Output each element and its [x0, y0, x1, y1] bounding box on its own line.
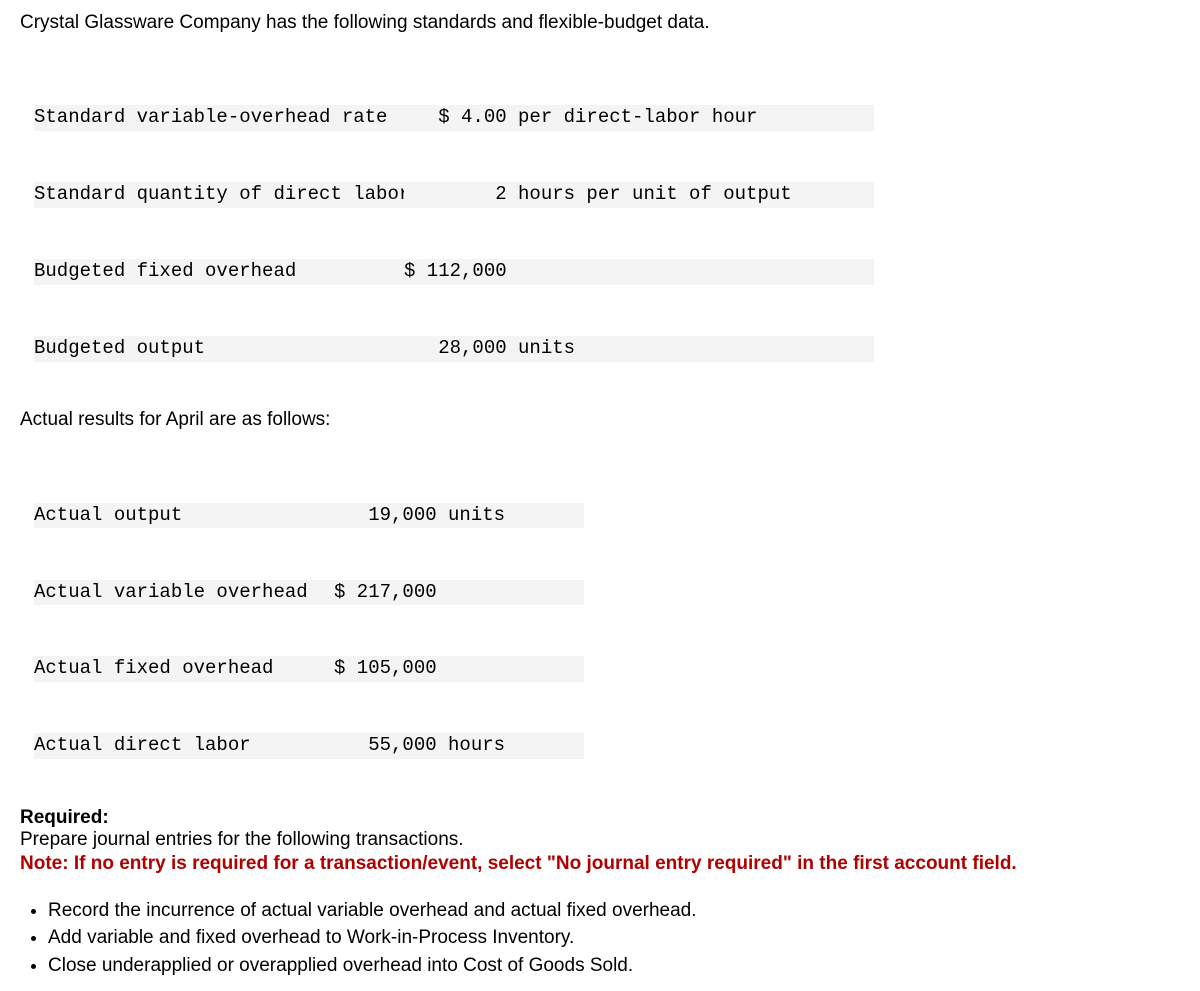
row-label: Budgeted fixed overhead: [34, 259, 404, 285]
row-label: Standard quantity of direct labor: [34, 182, 404, 208]
row-value: 2 hours per unit of output: [404, 182, 874, 208]
row-value: 55,000 hours: [334, 733, 584, 759]
table-row: Actual variable overhead $ 217,000: [34, 580, 1180, 606]
row-label: Actual fixed overhead: [34, 656, 334, 682]
list-item: Add variable and fixed overhead to Work-…: [48, 924, 1180, 952]
required-prepare: Prepare journal entries for the followin…: [20, 829, 1180, 851]
table-row: Standard quantity of direct labor 2 hour…: [34, 182, 1180, 208]
row-value: 28,000 units: [404, 336, 874, 362]
table-row: Budgeted fixed overhead $ 112,000: [34, 259, 1180, 285]
intro-text: Crystal Glassware Company has the follow…: [20, 12, 1180, 34]
row-value: $ 4.00 per direct-labor hour: [404, 105, 874, 131]
actuals-table: Actual output 19,000 units Actual variab…: [34, 451, 1180, 784]
required-note: Note: If no entry is required for a tran…: [20, 853, 1180, 875]
row-label: Budgeted output: [34, 336, 404, 362]
table-row: Budgeted output 28,000 units: [34, 336, 1180, 362]
requirements-list: Record the incurrence of actual variable…: [20, 897, 1180, 980]
row-value: $ 217,000: [334, 580, 584, 606]
row-label: Actual variable overhead: [34, 580, 334, 606]
table-row: Standard variable-overhead rate $ 4.00 p…: [34, 105, 1180, 131]
list-item: Close underapplied or overapplied overhe…: [48, 952, 1180, 980]
row-label: Actual output: [34, 503, 334, 529]
standards-table: Standard variable-overhead rate $ 4.00 p…: [34, 54, 1180, 387]
list-item: Record the incurrence of actual variable…: [48, 897, 1180, 925]
row-value: $ 105,000: [334, 656, 584, 682]
row-label: Actual direct labor: [34, 733, 334, 759]
table-row: Actual fixed overhead $ 105,000: [34, 656, 1180, 682]
table-row: Actual direct labor 55,000 hours: [34, 733, 1180, 759]
required-block: Required: Prepare journal entries for th…: [20, 807, 1180, 875]
table-row: Actual output 19,000 units: [34, 503, 1180, 529]
actuals-heading: Actual results for April are as follows:: [20, 409, 1180, 431]
row-label: Standard variable-overhead rate: [34, 105, 404, 131]
required-label: Required:: [20, 807, 1180, 829]
row-value: 19,000 units: [334, 503, 584, 529]
row-value: $ 112,000: [404, 259, 874, 285]
